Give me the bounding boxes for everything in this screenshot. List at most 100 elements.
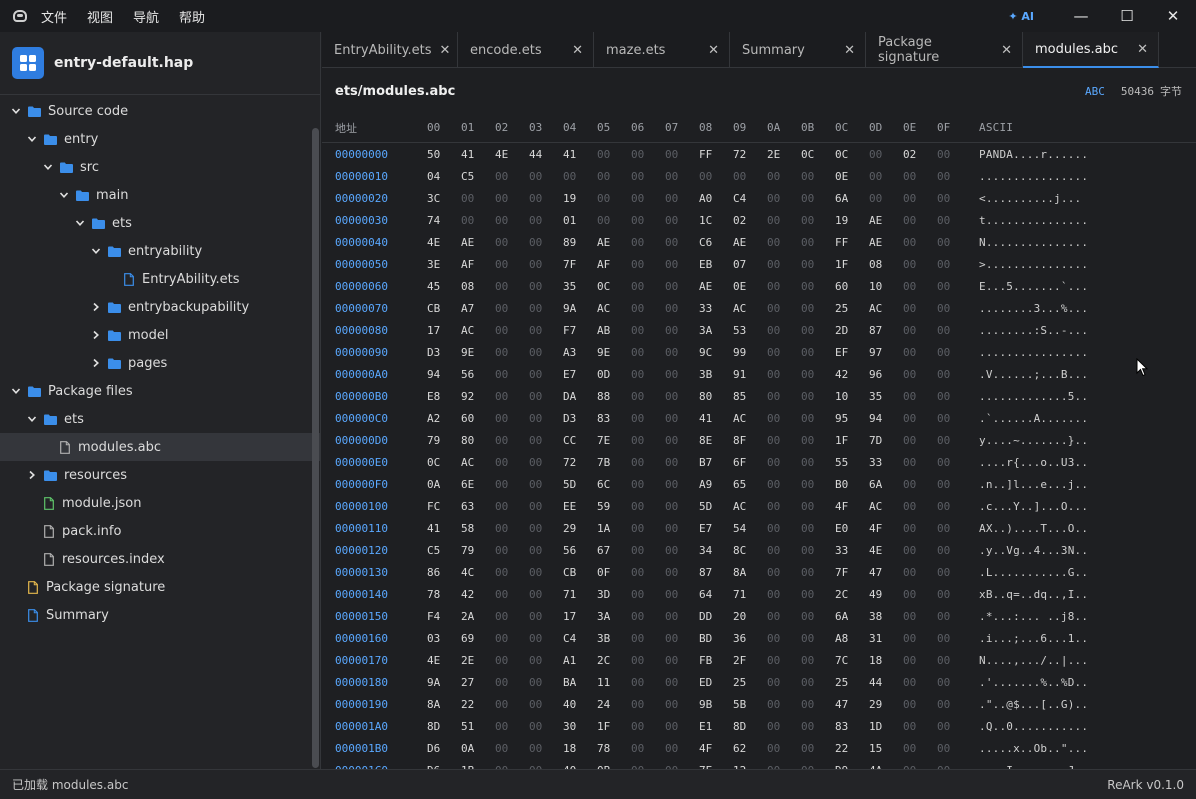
hex-byte[interactable]: 00 bbox=[662, 434, 696, 447]
hex-byte[interactable]: AC bbox=[730, 412, 764, 425]
hex-byte[interactable]: 7B bbox=[594, 456, 628, 469]
hex-byte[interactable]: 00 bbox=[526, 654, 560, 667]
row-address[interactable]: 000000A0 bbox=[322, 368, 424, 381]
hex-byte[interactable]: 00 bbox=[662, 522, 696, 535]
hex-byte[interactable]: EE bbox=[560, 500, 594, 513]
hex-byte[interactable]: 00 bbox=[764, 544, 798, 557]
hex-byte[interactable]: 00 bbox=[764, 192, 798, 205]
tree-item[interactable]: Summary bbox=[0, 601, 320, 629]
hex-byte[interactable]: 00 bbox=[798, 456, 832, 469]
hex-byte[interactable]: 71 bbox=[730, 588, 764, 601]
hex-byte[interactable]: 00 bbox=[628, 742, 662, 755]
row-address[interactable]: 00000030 bbox=[322, 214, 424, 227]
hex-byte[interactable]: 00 bbox=[560, 170, 594, 183]
hex-byte[interactable]: 00 bbox=[662, 720, 696, 733]
hex-byte[interactable]: 00 bbox=[798, 500, 832, 513]
hex-byte[interactable]: 0A bbox=[458, 742, 492, 755]
hex-row[interactable]: 00000100 FC 63 00 00 EE 59 00 00 5D AC 00 00 4F AC 00 00… bbox=[322, 495, 1196, 517]
chevron-down-icon[interactable] bbox=[26, 413, 38, 425]
hex-byte[interactable]: 99 bbox=[730, 346, 764, 359]
hex-byte[interactable]: 00 bbox=[900, 412, 934, 425]
hex-byte[interactable]: 00 bbox=[764, 676, 798, 689]
hex-byte[interactable]: 00 bbox=[798, 478, 832, 491]
hex-byte[interactable]: AB bbox=[594, 324, 628, 337]
hex-byte[interactable]: 00 bbox=[900, 720, 934, 733]
hex-byte[interactable]: 00 bbox=[798, 566, 832, 579]
row-address[interactable]: 000000B0 bbox=[322, 390, 424, 403]
hex-byte[interactable]: 00 bbox=[662, 258, 696, 271]
tree-item[interactable]: entryability bbox=[0, 237, 320, 265]
hex-byte[interactable]: 29 bbox=[560, 522, 594, 535]
hex-byte[interactable]: 00 bbox=[934, 632, 968, 645]
hex-row[interactable]: 000000D0 79 80 00 00 CC 7E 00 00 8E 8F 00 00 1F 7D 00 00… bbox=[322, 429, 1196, 451]
hex-byte[interactable]: 08 bbox=[458, 280, 492, 293]
hex-byte[interactable]: 00 bbox=[764, 368, 798, 381]
hex-row[interactable]: 000000F0 0A 6E 00 00 5D 6C 00 00 A9 65 00 00 B0 6A 00 00… bbox=[322, 473, 1196, 495]
hex-byte[interactable]: 00 bbox=[866, 170, 900, 183]
hex-byte[interactable]: 00 bbox=[798, 720, 832, 733]
hex-byte[interactable]: 5B bbox=[730, 698, 764, 711]
hex-byte[interactable]: 01 bbox=[560, 214, 594, 227]
hex-byte[interactable]: 00 bbox=[934, 654, 968, 667]
hex-byte[interactable]: 00 bbox=[526, 610, 560, 623]
row-address[interactable]: 00000060 bbox=[322, 280, 424, 293]
hex-byte[interactable]: 00 bbox=[866, 192, 900, 205]
hex-byte[interactable]: 00 bbox=[628, 324, 662, 337]
hex-byte[interactable]: 00 bbox=[662, 214, 696, 227]
hex-byte[interactable]: DD bbox=[696, 610, 730, 623]
hex-byte[interactable]: 00 bbox=[900, 324, 934, 337]
hex-byte[interactable]: 25 bbox=[832, 676, 866, 689]
hex-byte[interactable]: 10 bbox=[866, 280, 900, 293]
hex-byte[interactable]: 00 bbox=[798, 544, 832, 557]
hex-byte[interactable]: 33 bbox=[696, 302, 730, 315]
hex-byte[interactable]: 51 bbox=[458, 720, 492, 733]
hex-byte[interactable]: 00 bbox=[662, 302, 696, 315]
hex-byte[interactable]: 4F bbox=[696, 742, 730, 755]
hex-byte[interactable]: 18 bbox=[560, 742, 594, 755]
hex-byte[interactable]: 00 bbox=[662, 390, 696, 403]
hex-byte[interactable]: 00 bbox=[662, 280, 696, 293]
hex-byte[interactable]: 7F bbox=[832, 566, 866, 579]
hex-byte[interactable]: 0E bbox=[832, 170, 866, 183]
hex-byte[interactable]: 00 bbox=[764, 610, 798, 623]
hex-byte[interactable]: 6C bbox=[594, 478, 628, 491]
hex-byte[interactable]: 00 bbox=[934, 302, 968, 315]
hex-byte[interactable]: 00 bbox=[492, 456, 526, 469]
hex-byte[interactable]: 59 bbox=[594, 500, 628, 513]
hex-byte[interactable]: 00 bbox=[934, 500, 968, 513]
hex-byte[interactable]: 44 bbox=[526, 148, 560, 161]
hex-byte[interactable]: 00 bbox=[628, 214, 662, 227]
chevron-down-icon[interactable] bbox=[42, 161, 54, 173]
hex-byte[interactable]: 00 bbox=[900, 456, 934, 469]
row-address[interactable]: 00000010 bbox=[322, 170, 424, 183]
hex-byte[interactable]: 91 bbox=[730, 368, 764, 381]
hex-byte[interactable]: AF bbox=[594, 258, 628, 271]
close-icon[interactable]: ✕ bbox=[440, 43, 451, 58]
hex-byte[interactable]: 00 bbox=[764, 258, 798, 271]
hex-byte[interactable]: 00 bbox=[628, 566, 662, 579]
chevron-right-icon[interactable] bbox=[90, 357, 102, 369]
hex-byte[interactable]: 00 bbox=[526, 192, 560, 205]
hex-byte[interactable]: 00 bbox=[764, 698, 798, 711]
hex-byte[interactable]: 00 bbox=[934, 610, 968, 623]
hex-byte[interactable]: 00 bbox=[764, 478, 798, 491]
hex-byte[interactable]: 27 bbox=[458, 676, 492, 689]
tree-item[interactable]: main bbox=[0, 181, 320, 209]
hex-byte[interactable]: 25 bbox=[730, 676, 764, 689]
hex-byte[interactable]: 6E bbox=[458, 478, 492, 491]
hex-byte[interactable]: 00 bbox=[798, 346, 832, 359]
row-address[interactable]: 00000140 bbox=[322, 588, 424, 601]
hex-byte[interactable]: 0F bbox=[594, 566, 628, 579]
hex-byte[interactable]: 8D bbox=[730, 720, 764, 733]
hex-byte[interactable]: 00 bbox=[764, 280, 798, 293]
hex-byte[interactable]: 00 bbox=[628, 434, 662, 447]
hex-byte[interactable]: 47 bbox=[866, 566, 900, 579]
hex-byte[interactable]: 4E bbox=[492, 148, 526, 161]
hex-byte[interactable]: 00 bbox=[628, 456, 662, 469]
hex-byte[interactable]: C6 bbox=[696, 236, 730, 249]
hex-byte[interactable]: 00 bbox=[628, 720, 662, 733]
hex-byte[interactable]: 00 bbox=[900, 390, 934, 403]
hex-row[interactable]: 00000040 4E AE 00 00 89 AE 00 00 C6 AE 00 00 FF AE 00 00… bbox=[322, 231, 1196, 253]
hex-byte[interactable]: 00 bbox=[628, 258, 662, 271]
hex-byte[interactable]: 19 bbox=[832, 214, 866, 227]
